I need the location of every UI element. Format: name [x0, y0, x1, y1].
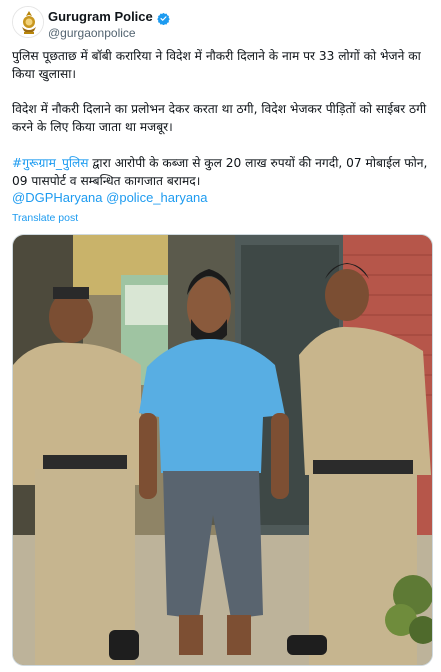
- name-row: Gurugram Police: [48, 8, 170, 25]
- translate-post-link[interactable]: Translate post: [12, 212, 78, 224]
- mention-dgp-haryana[interactable]: @DGPHaryana: [12, 190, 103, 205]
- post-paragraph-3: #गुरूग्राम_पुलिस द्वारा आरोपी के कब्जा स…: [12, 154, 432, 190]
- post-card: Gurugram Police @gurgaonpolice पुलिस पूछ…: [0, 0, 441, 672]
- mention-police-haryana[interactable]: @police_haryana: [106, 190, 207, 205]
- police-emblem-icon[interactable]: [12, 6, 44, 38]
- post-photo[interactable]: [12, 234, 433, 666]
- verified-badge-icon: [156, 10, 170, 25]
- post-header: Gurugram Police @gurgaonpolice: [12, 6, 432, 42]
- mentions-line: @DGPHaryana @police_haryana: [12, 190, 208, 205]
- post-paragraph-1: पुलिस पूछताछ में बॉबी करारिया ने विदेश म…: [12, 49, 421, 81]
- hashtag-link[interactable]: #गुरूग्राम_पुलिस: [12, 156, 89, 170]
- post-paragraph-2: विदेश में नौकरी दिलाने का प्रलोभन देकर क…: [12, 102, 427, 134]
- account-handle[interactable]: @gurgaonpolice: [48, 26, 136, 40]
- display-name[interactable]: Gurugram Police: [48, 9, 153, 24]
